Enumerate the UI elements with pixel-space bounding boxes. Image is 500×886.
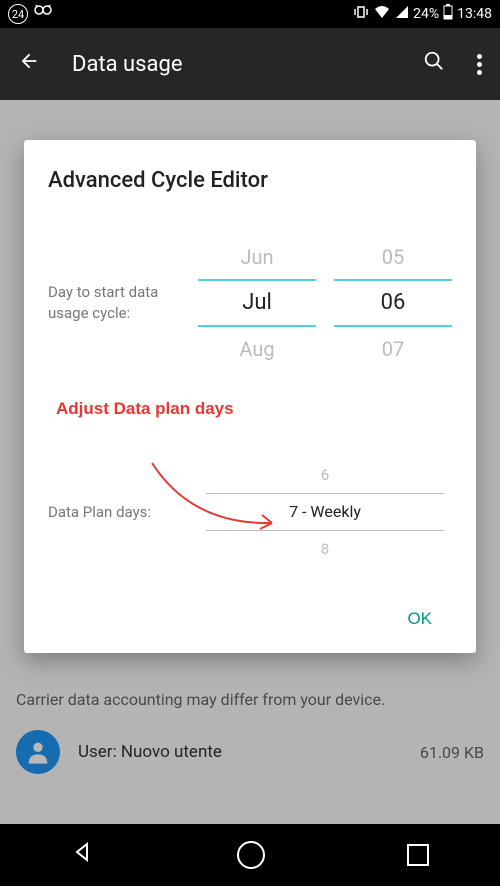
annotation-text: Adjust Data plan days [56, 399, 452, 419]
day-prev: 05 [334, 235, 452, 279]
action-bar: Data usage [0, 28, 500, 100]
plan-current: 7 - Weekly [198, 494, 452, 530]
day-current: 06 [334, 281, 452, 325]
month-picker[interactable]: Jun Jul Aug [198, 235, 316, 371]
notification-badge-icon: 24 [8, 4, 28, 24]
plan-days-label: Data Plan days: [48, 502, 198, 523]
plan-days-picker[interactable]: 6 7 - Weekly 8 [198, 457, 452, 567]
more-icon[interactable] [477, 54, 482, 75]
day-next: 07 [334, 327, 452, 371]
badge-text: 24 [12, 8, 24, 21]
month-next: Aug [198, 327, 316, 371]
start-cycle-label: Day to start data usage cycle: [48, 282, 198, 324]
month-prev: Jun [198, 235, 316, 279]
page-title: Data usage [72, 52, 183, 77]
nav-back-icon[interactable] [71, 840, 95, 871]
status-bar: 24 24% 13:48 [0, 0, 500, 28]
nav-home-icon[interactable] [237, 841, 265, 869]
cycle-editor-dialog: Advanced Cycle Editor Day to start data … [24, 140, 476, 653]
month-current: Jul [198, 281, 316, 325]
plan-next: 8 [198, 531, 452, 567]
vibrate-icon [353, 5, 369, 23]
battery-percent: 24% [413, 6, 439, 22]
dialog-title: Advanced Cycle Editor [48, 168, 452, 193]
navigation-bar [0, 824, 500, 886]
day-picker[interactable]: 05 06 07 [334, 235, 452, 371]
plan-prev: 6 [198, 457, 452, 493]
clock-text: 13:48 [457, 6, 492, 22]
os-icon [34, 5, 52, 23]
search-icon[interactable] [423, 50, 445, 78]
nav-recents-icon[interactable] [407, 844, 429, 866]
signal-icon [395, 5, 409, 23]
battery-icon [443, 4, 453, 24]
ok-button[interactable]: OK [395, 601, 444, 637]
back-arrow-icon[interactable] [18, 50, 40, 78]
wifi-icon [373, 5, 391, 23]
